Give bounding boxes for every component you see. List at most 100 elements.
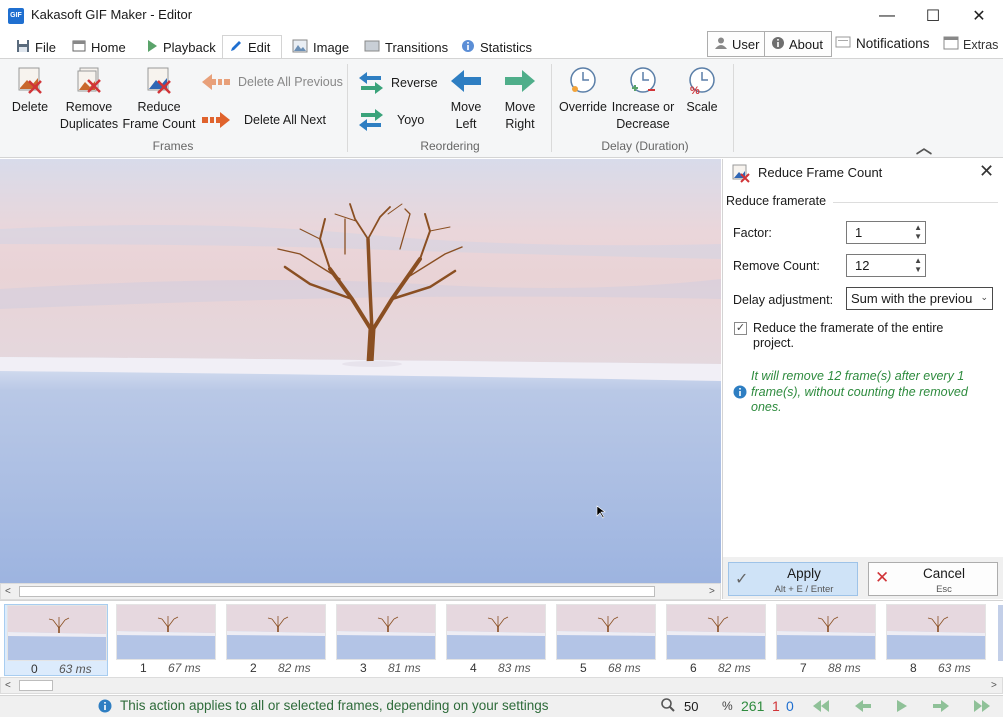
frame-thumbnail[interactable]: 4 83 ms — [444, 604, 548, 676]
scroll-left-icon[interactable]: < — [5, 586, 11, 597]
arrow-left-dashed-icon — [202, 74, 230, 90]
delete-button[interactable]: Delete — [8, 66, 52, 116]
reduce-frame-count-icon — [147, 67, 171, 94]
frames-horizontal-scrollbar[interactable]: < > — [0, 677, 1003, 694]
incdec-label-1: Increase or — [611, 100, 675, 114]
frame-duration: 83 ms — [498, 661, 531, 675]
frame-thumbnail-partial[interactable] — [998, 605, 1003, 661]
selected-count: 1 — [772, 698, 780, 714]
frame-image — [226, 604, 326, 660]
reduce-frame-count-button[interactable]: Reduce Frame Count — [122, 66, 196, 133]
frame-thumbnail[interactable]: 3 81 ms — [334, 604, 438, 676]
close-button[interactable]: ✕ — [956, 0, 1002, 32]
frame-thumbnail[interactable]: 0 63 ms — [4, 604, 108, 676]
move-left-label-1: Move — [450, 100, 482, 114]
remove-count-stepper-icon[interactable]: ▲ ▼ — [914, 256, 922, 274]
about-icon — [771, 36, 785, 53]
delete-all-next-button[interactable]: Delete All Next — [200, 110, 326, 130]
landscape-image — [0, 159, 721, 583]
tab-home[interactable]: Home — [66, 36, 132, 58]
reverse-icon — [359, 72, 383, 94]
play-frames-icon[interactable] — [895, 698, 909, 719]
frame-image — [666, 604, 766, 660]
frame-thumbnail[interactable]: 7 88 ms — [774, 604, 878, 676]
frame-thumbnail[interactable]: 6 82 ms — [664, 604, 768, 676]
first-frame-icon[interactable] — [812, 698, 832, 719]
tab-file[interactable]: File — [10, 36, 62, 58]
frames-scroll-left-icon[interactable]: < — [5, 680, 11, 691]
frame-index: 4 — [470, 661, 477, 675]
clock-percent-icon: % — [689, 67, 715, 96]
info-icon — [461, 39, 475, 56]
tab-playback[interactable]: Playback — [140, 36, 222, 58]
yoyo-label: Yoyo — [397, 113, 425, 127]
info-message: It will remove 12 frame(s) after every 1… — [751, 369, 968, 416]
ribbon-separator — [551, 64, 552, 152]
remove-duplicates-button[interactable]: Remove Duplicates — [58, 66, 120, 133]
window-title: Kakasoft GIF Maker - Editor — [31, 7, 193, 22]
reverse-button[interactable]: Reverse — [357, 70, 438, 96]
svg-text:%: % — [690, 85, 700, 96]
tab-transitions[interactable]: Transitions — [358, 36, 454, 58]
extras-icon — [943, 36, 959, 53]
frames-scroll-right-icon[interactable]: > — [991, 680, 997, 691]
section-divider — [833, 202, 998, 203]
move-right-button[interactable]: Move Right — [494, 66, 546, 133]
collapse-ribbon-icon[interactable]: ︿ — [916, 134, 932, 158]
remove-duplicates-label-1: Remove — [65, 100, 113, 114]
move-right-label-1: Move — [504, 100, 536, 114]
frame-thumbnail[interactable]: 2 82 ms — [224, 604, 328, 676]
panel-close-icon[interactable]: ✕ — [979, 161, 994, 182]
scale-button[interactable]: % Scale — [680, 66, 724, 116]
scroll-right-icon[interactable]: > — [709, 586, 715, 597]
tab-edit[interactable]: Edit — [222, 35, 282, 59]
tab-statistics[interactable]: Statistics — [455, 36, 538, 58]
frame-duration: 82 ms — [278, 661, 311, 675]
reverse-label: Reverse — [391, 76, 438, 90]
factor-stepper-icon[interactable]: ▲ ▼ — [914, 223, 922, 241]
app-icon: GIF — [8, 8, 24, 24]
yoyo-button[interactable]: Yoyo — [357, 107, 424, 133]
tab-image-label: Image — [313, 39, 350, 55]
frame-image — [556, 604, 656, 660]
minimize-button[interactable]: — — [864, 0, 910, 32]
save-icon — [16, 39, 30, 56]
apply-button[interactable]: ✓ Apply Alt + E / Enter — [728, 562, 858, 596]
increase-decrease-button[interactable]: Increase or Decrease — [610, 66, 676, 133]
remove-count-input[interactable]: 12 ▲ ▼ — [846, 254, 926, 277]
incdec-label-2: Decrease — [616, 117, 670, 131]
image-canvas[interactable] — [0, 159, 721, 583]
frame-thumbnail[interactable]: 1 67 ms — [114, 604, 218, 676]
move-left-button[interactable]: Move Left — [440, 66, 492, 133]
frame-duration: 81 ms — [388, 661, 421, 675]
pencil-icon — [229, 39, 243, 56]
status-info-icon — [98, 699, 112, 716]
override-button[interactable]: Override — [556, 66, 610, 116]
frame-image — [886, 604, 986, 660]
factor-input[interactable]: 1 ▲ ▼ — [846, 221, 926, 244]
maximize-button[interactable]: ☐ — [910, 0, 956, 32]
tab-image[interactable]: Image — [286, 36, 355, 58]
canvas-scroll-thumb[interactable] — [19, 586, 655, 597]
entire-project-checkbox[interactable]: ✓ — [734, 322, 747, 335]
canvas-horizontal-scrollbar[interactable]: < > — [0, 583, 721, 600]
frame-thumbnail[interactable]: 5 68 ms — [554, 604, 658, 676]
next-frame-icon[interactable] — [931, 698, 951, 719]
user-button[interactable]: User — [707, 31, 765, 57]
notifications-button[interactable]: Notifications — [835, 36, 930, 51]
about-button[interactable]: About — [764, 31, 832, 57]
frames-scroll-thumb[interactable] — [19, 680, 53, 691]
last-frame-icon[interactable] — [971, 698, 991, 719]
arrow-right-dashed-icon — [202, 112, 230, 128]
extras-button[interactable]: Extras — [943, 36, 998, 53]
frame-duration: 82 ms — [718, 661, 751, 675]
frame-thumbnail[interactable]: 8 63 ms — [884, 604, 988, 676]
delay-adjustment-select[interactable]: Sum with the previous ⌄ — [846, 287, 993, 310]
cancel-button[interactable]: ✕ Cancel Esc — [868, 562, 998, 596]
remove-count-value: 12 — [855, 258, 870, 273]
zoom-input[interactable]: 50 — [684, 699, 698, 714]
delete-all-previous-button[interactable]: Delete All Previous — [200, 72, 343, 92]
previous-frame-icon[interactable] — [853, 698, 873, 719]
cancel-label: Cancel — [922, 566, 966, 581]
tab-file-label: File — [35, 39, 56, 55]
